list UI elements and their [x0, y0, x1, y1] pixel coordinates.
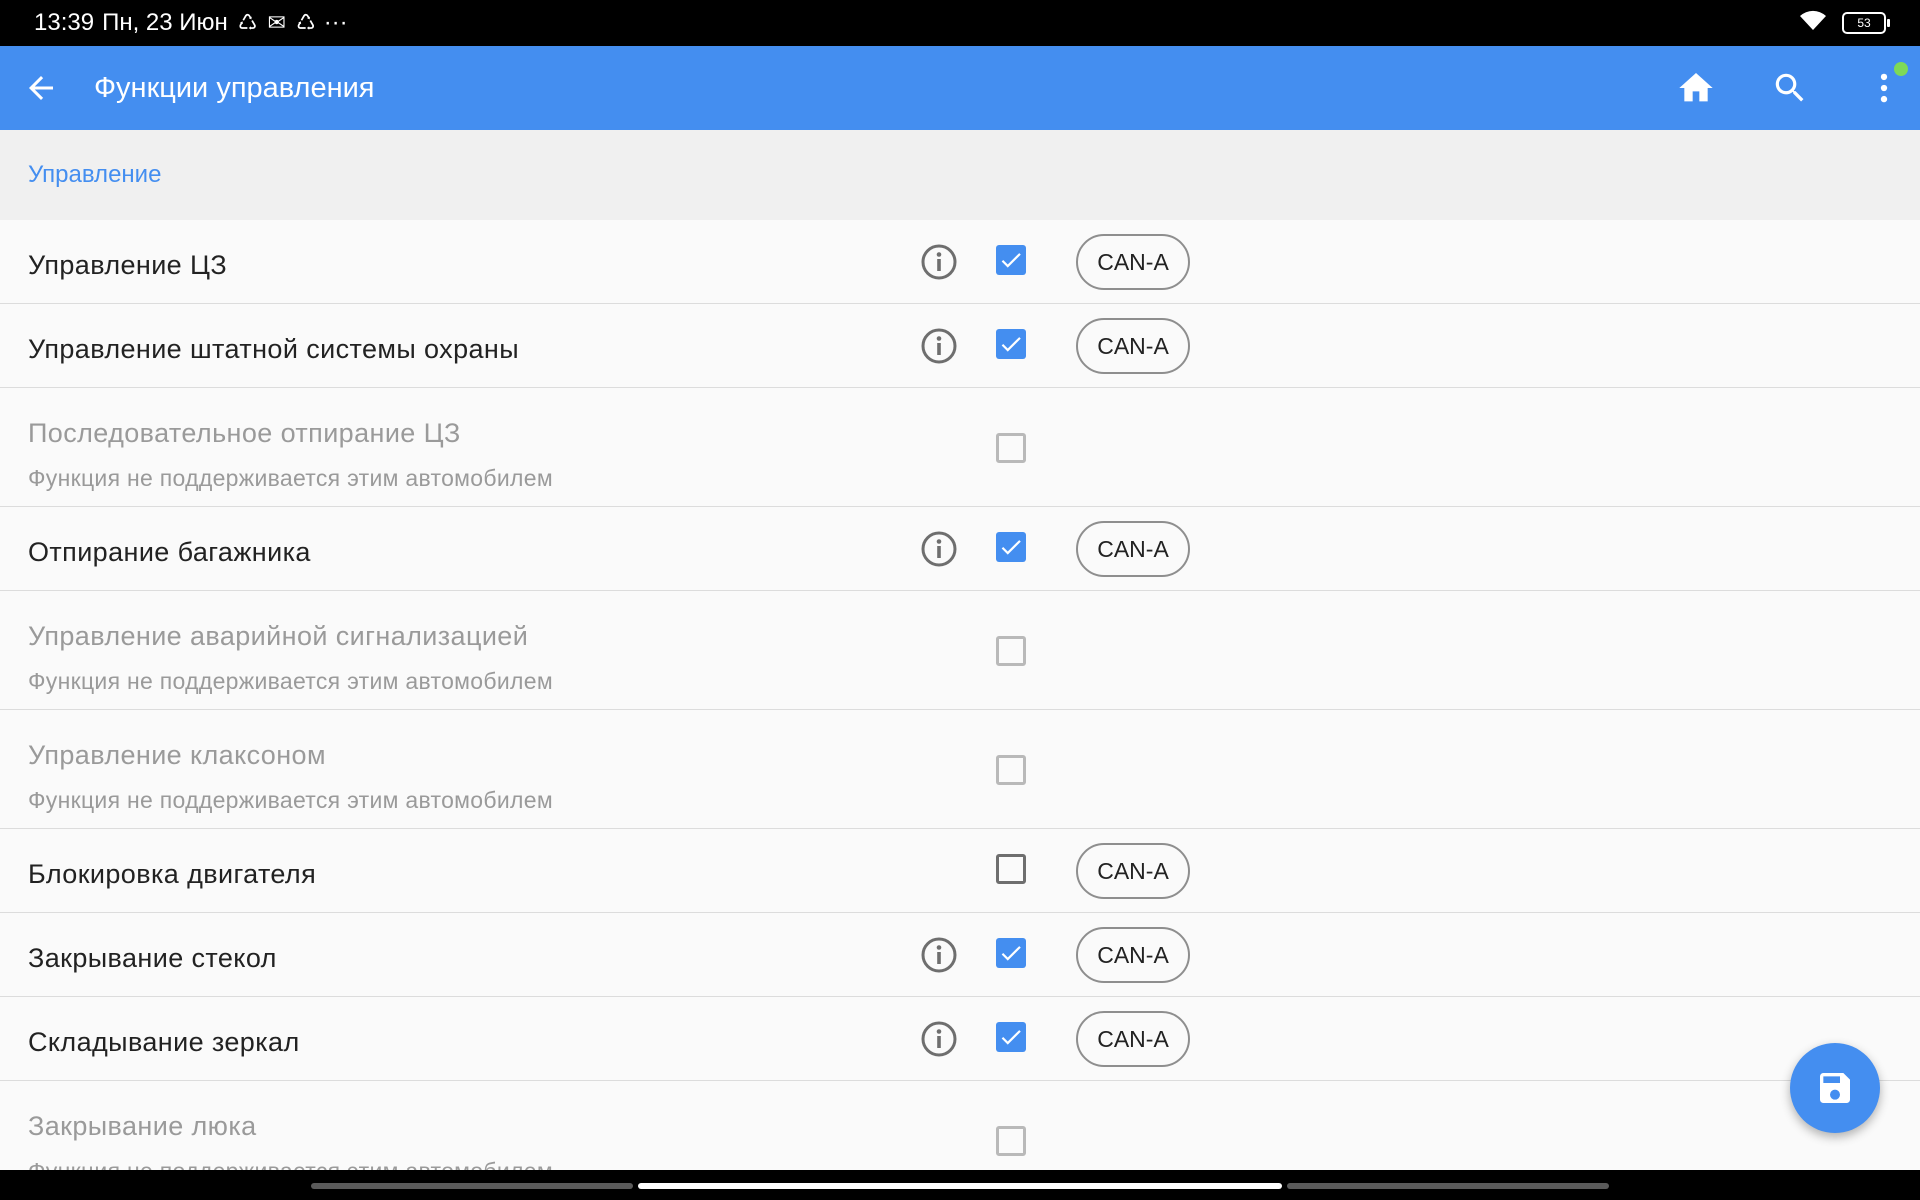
bus-chip[interactable]: CAN-A [1076, 318, 1190, 374]
item-checkbox[interactable] [996, 245, 1026, 275]
mail-icon: ✉ [267, 10, 286, 35]
item-label: Закрывание стекол [28, 943, 277, 973]
item-label: Управление клаксоном [28, 740, 326, 770]
notification-badge [1894, 62, 1908, 76]
status-overflow: ··· [323, 9, 348, 36]
app-bar: Функции управления [0, 46, 1920, 130]
page-title: Функции управления [94, 71, 375, 104]
battery-level: 53 [1857, 16, 1871, 30]
item-sublabel: Функция не поддерживается этим автомобил… [28, 465, 553, 491]
list-item: Отпирание багажника CAN-A [0, 507, 1920, 591]
info-icon[interactable] [920, 530, 958, 568]
nav-gesture-right[interactable] [1287, 1183, 1609, 1189]
item-label: Последовательное отпирание ЦЗ [28, 418, 461, 448]
back-button[interactable] [21, 68, 61, 108]
function-list: Управление ЦЗ CAN-A Управление штатной сис… [0, 220, 1920, 1200]
list-item: Последовательное отпирание ЦЗ Функция не … [0, 388, 1920, 507]
bus-chip[interactable]: CAN-A [1076, 234, 1190, 290]
item-checkbox[interactable] [996, 532, 1026, 562]
item-label: Блокировка двигателя [28, 859, 317, 889]
section-title: Управление [28, 161, 162, 188]
status-time: 13:39 [34, 9, 95, 36]
item-checkbox [996, 1126, 1026, 1156]
status-bar: 13:39 Пн, 23 Июн ♺ ✉ ♺ ··· 53 [0, 0, 1920, 46]
list-item: Блокировка двигателя CAN-A [0, 829, 1920, 913]
navigation-bar [0, 1170, 1920, 1200]
search-button[interactable] [1760, 58, 1820, 118]
bus-chip[interactable]: CAN-A [1076, 1011, 1190, 1067]
save-icon [1820, 1073, 1850, 1103]
list-item: Закрывание стекол CAN-A [0, 913, 1920, 997]
item-sublabel: Функция не поддерживается этим автомобил… [28, 668, 553, 694]
nav-gesture-left[interactable] [311, 1183, 633, 1189]
save-button[interactable] [1790, 1043, 1880, 1133]
home-button[interactable] [1666, 58, 1726, 118]
home-icon [1679, 73, 1713, 102]
arrow-back-icon [29, 76, 53, 100]
list-item: Управление ЦЗ CAN-A [0, 220, 1920, 304]
bus-chip[interactable]: CAN-A [1076, 521, 1190, 577]
sync-icon: ♺ [237, 10, 258, 35]
item-label: Управление штатной системы охраны [28, 334, 520, 364]
search-icon [1775, 73, 1804, 102]
sync-icon: ♺ [295, 10, 316, 35]
item-label: Управление аварийной сигнализацией [28, 621, 529, 651]
item-sublabel: Функция не поддерживается этим автомобил… [28, 787, 553, 813]
info-icon[interactable] [920, 936, 958, 974]
info-icon[interactable] [920, 243, 958, 281]
info-icon[interactable] [920, 327, 958, 365]
item-checkbox [996, 636, 1026, 666]
item-checkbox[interactable] [996, 329, 1026, 359]
item-label: Складывание зеркал [28, 1027, 300, 1057]
bus-chip[interactable]: CAN-A [1076, 843, 1190, 899]
item-checkbox [996, 755, 1026, 785]
item-label: Отпирание багажника [28, 537, 311, 567]
list-item: Управление клаксоном Функция не поддержив… [0, 710, 1920, 829]
battery-icon: 53 [1842, 12, 1890, 34]
item-label: Закрывание люка [28, 1111, 257, 1141]
bus-chip[interactable]: CAN-A [1076, 927, 1190, 983]
list-item: Складывание зеркал CAN-A [0, 997, 1920, 1081]
info-icon[interactable] [920, 1020, 958, 1058]
status-date: Пн, 23 Июн [102, 9, 228, 36]
item-checkbox[interactable] [996, 1022, 1026, 1052]
nav-gesture-home[interactable] [638, 1183, 1282, 1189]
list-item: Управление штатной системы охраны CAN-A [0, 304, 1920, 388]
item-label: Управление ЦЗ [28, 250, 228, 280]
item-checkbox[interactable] [996, 938, 1026, 968]
list-item: Управление аварийной сигнализацией Функци… [0, 591, 1920, 710]
section-header: Управление [0, 130, 1920, 220]
more-options-button[interactable] [1854, 58, 1914, 118]
item-checkbox[interactable] [996, 854, 1026, 884]
item-checkbox [996, 433, 1026, 463]
wifi-icon [1798, 8, 1828, 39]
